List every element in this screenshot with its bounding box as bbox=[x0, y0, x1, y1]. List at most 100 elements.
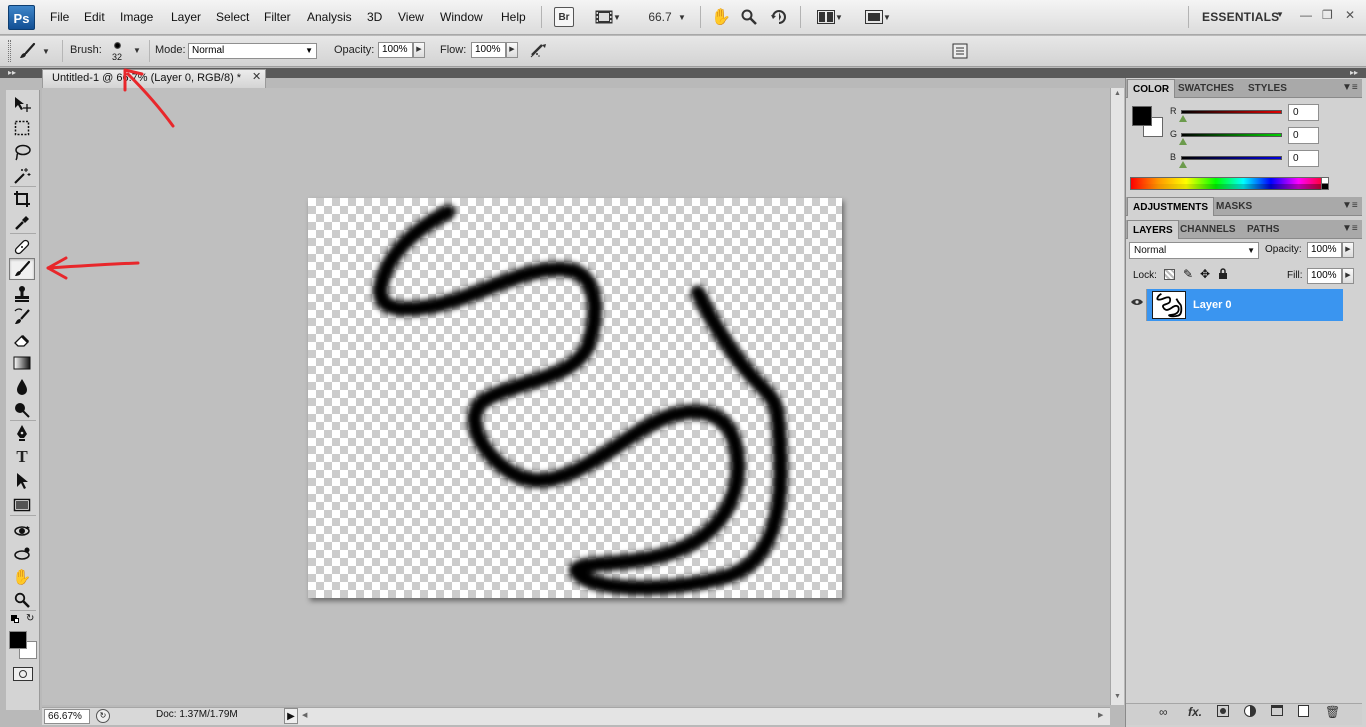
panel-menu-icon[interactable]: ▼≡ bbox=[1342, 200, 1358, 211]
view-extras-button[interactable]: ▼ bbox=[590, 7, 626, 27]
blur-tool[interactable] bbox=[9, 376, 35, 398]
magic-wand-tool[interactable] bbox=[9, 165, 35, 187]
pen-tool[interactable] bbox=[9, 422, 35, 444]
type-tool[interactable]: T bbox=[9, 446, 35, 468]
tool-preset-picker[interactable]: ▼ bbox=[18, 40, 58, 62]
lock-pixels-icon[interactable]: ✎ bbox=[1183, 267, 1193, 281]
quick-mask-button[interactable] bbox=[13, 667, 33, 681]
blue-value-input[interactable]: 0 bbox=[1288, 150, 1319, 167]
clone-stamp-tool[interactable] bbox=[9, 283, 35, 305]
3d-rotate-tool[interactable] bbox=[9, 520, 35, 542]
menu-select[interactable]: Select bbox=[216, 10, 249, 24]
scroll-right-icon[interactable]: ▶ bbox=[1098, 711, 1103, 719]
screen-mode-button[interactable]: ▼ bbox=[860, 7, 896, 27]
tab-styles[interactable]: STYLES bbox=[1243, 79, 1292, 98]
blue-slider-thumb[interactable] bbox=[1179, 161, 1187, 168]
menu-3d[interactable]: 3D bbox=[367, 10, 382, 24]
zoom-status-field[interactable]: 66.67% bbox=[44, 709, 90, 724]
horizontal-scrollbar[interactable]: ◀ ▶ bbox=[298, 707, 1110, 725]
menu-analysis[interactable]: Analysis bbox=[307, 10, 352, 24]
link-layers-icon[interactable]: ∞ bbox=[1159, 705, 1168, 719]
black-white-swatch[interactable] bbox=[1321, 177, 1329, 190]
red-value-input[interactable]: 0 bbox=[1288, 104, 1319, 121]
panel-menu-icon[interactable]: ▼≡ bbox=[1342, 223, 1358, 234]
bridge-button[interactable]: Br bbox=[554, 7, 574, 27]
crop-tool[interactable] bbox=[9, 188, 35, 210]
fill-input[interactable]: 100% bbox=[1307, 268, 1342, 284]
vertical-scrollbar[interactable]: ▲ ▼ bbox=[1110, 88, 1124, 705]
new-layer-icon[interactable] bbox=[1298, 705, 1309, 717]
scroll-down-icon[interactable]: ▼ bbox=[1114, 693, 1121, 700]
zoom-level-field[interactable]: 66.7 bbox=[645, 7, 675, 27]
red-slider-track[interactable] bbox=[1181, 110, 1282, 114]
opacity-input[interactable]: 100% bbox=[378, 42, 413, 58]
expand-tools-icon[interactable]: ▸▸ bbox=[8, 68, 16, 78]
3d-orbit-tool[interactable] bbox=[9, 543, 35, 565]
eraser-tool[interactable] bbox=[9, 329, 35, 351]
layer-opacity-input[interactable]: 100% bbox=[1307, 242, 1342, 258]
adjustment-layer-icon[interactable] bbox=[1244, 705, 1256, 717]
zoom-tool[interactable] bbox=[9, 589, 35, 611]
layer-thumbnail[interactable] bbox=[1152, 291, 1186, 319]
menu-file[interactable]: File bbox=[50, 10, 69, 24]
swap-colors-icon[interactable]: ↻ bbox=[26, 613, 34, 624]
status-menu-button[interactable]: ▶ bbox=[284, 708, 298, 724]
history-brush-tool[interactable] bbox=[9, 306, 35, 328]
document-canvas[interactable] bbox=[308, 198, 842, 598]
flow-input[interactable]: 100% bbox=[471, 42, 506, 58]
hand-tool[interactable]: ✋ bbox=[9, 566, 35, 588]
menu-image[interactable]: Image bbox=[120, 10, 153, 24]
menu-view[interactable]: View bbox=[398, 10, 424, 24]
airbrush-toggle[interactable] bbox=[528, 40, 550, 60]
brush-panel-toggle[interactable] bbox=[950, 41, 970, 61]
tab-masks[interactable]: MASKS bbox=[1211, 197, 1257, 216]
layer-name[interactable]: Layer 0 bbox=[1193, 299, 1232, 311]
brush-tool[interactable] bbox=[9, 258, 35, 280]
green-slider-thumb[interactable] bbox=[1179, 138, 1187, 145]
menu-help[interactable]: Help bbox=[501, 10, 526, 24]
scroll-up-icon[interactable]: ▲ bbox=[1114, 90, 1121, 97]
workspace-switcher[interactable]: ESSENTIALS bbox=[1202, 10, 1279, 24]
add-mask-icon[interactable] bbox=[1217, 705, 1229, 717]
dodge-tool[interactable] bbox=[9, 399, 35, 421]
brush-preset-picker[interactable]: 32 ▼ bbox=[107, 38, 147, 65]
layer-opacity-slider-toggle[interactable]: ▶ bbox=[1342, 242, 1354, 258]
arrange-documents-button[interactable]: ▼ bbox=[812, 7, 848, 27]
options-grip[interactable] bbox=[8, 40, 11, 62]
eye-icon[interactable] bbox=[1131, 298, 1143, 309]
document-tab[interactable]: Untitled-1 @ 66.7% (Layer 0, RGB/8) * bbox=[42, 69, 266, 88]
blue-slider-track[interactable] bbox=[1181, 156, 1282, 160]
rotate-view-button[interactable] bbox=[768, 7, 790, 27]
move-tool[interactable] bbox=[9, 93, 35, 115]
tab-swatches[interactable]: SWATCHES bbox=[1173, 79, 1239, 98]
layer-style-icon[interactable]: fx. bbox=[1188, 705, 1202, 719]
opacity-slider-toggle[interactable]: ▶ bbox=[413, 42, 425, 58]
shape-tool[interactable] bbox=[9, 494, 35, 516]
panel-foreground-swatch[interactable] bbox=[1132, 106, 1152, 126]
tab-close-icon[interactable]: ✕ bbox=[252, 70, 261, 83]
menu-window[interactable]: Window bbox=[440, 10, 483, 24]
lock-all-icon[interactable] bbox=[1218, 268, 1228, 283]
layer-blend-mode-select[interactable]: Normal ▼ bbox=[1129, 242, 1259, 259]
restore-button[interactable]: ❐ bbox=[1322, 8, 1333, 22]
gradient-tool[interactable] bbox=[9, 352, 35, 374]
red-slider-thumb[interactable] bbox=[1179, 115, 1187, 122]
marquee-tool[interactable] bbox=[9, 117, 35, 139]
menu-edit[interactable]: Edit bbox=[84, 10, 105, 24]
tab-layers[interactable]: LAYERS bbox=[1127, 220, 1179, 239]
minimize-button[interactable]: — bbox=[1300, 8, 1312, 22]
collapse-panels-icon[interactable]: ▸▸ bbox=[1350, 68, 1358, 78]
fill-slider-toggle[interactable]: ▶ bbox=[1342, 268, 1354, 284]
zoom-level-dropdown[interactable]: ▼ bbox=[676, 7, 688, 27]
lock-position-icon[interactable]: ✥ bbox=[1200, 267, 1210, 281]
lock-transparency-icon[interactable] bbox=[1164, 269, 1175, 280]
foreground-color-swatch[interactable] bbox=[9, 631, 27, 649]
hand-tool-button[interactable]: ✋ bbox=[710, 7, 732, 27]
path-selection-tool[interactable] bbox=[9, 470, 35, 492]
panel-menu-icon[interactable]: ▼≡ bbox=[1342, 82, 1358, 93]
status-options-icon[interactable]: ↻ bbox=[96, 709, 110, 723]
mode-select[interactable]: Normal ▼ bbox=[188, 43, 317, 59]
tab-adjustments[interactable]: ADJUSTMENTS bbox=[1127, 197, 1215, 216]
trash-icon[interactable]: 🗑 bbox=[1325, 705, 1340, 719]
workspace-dropdown[interactable]: ▼ bbox=[1276, 10, 1284, 19]
